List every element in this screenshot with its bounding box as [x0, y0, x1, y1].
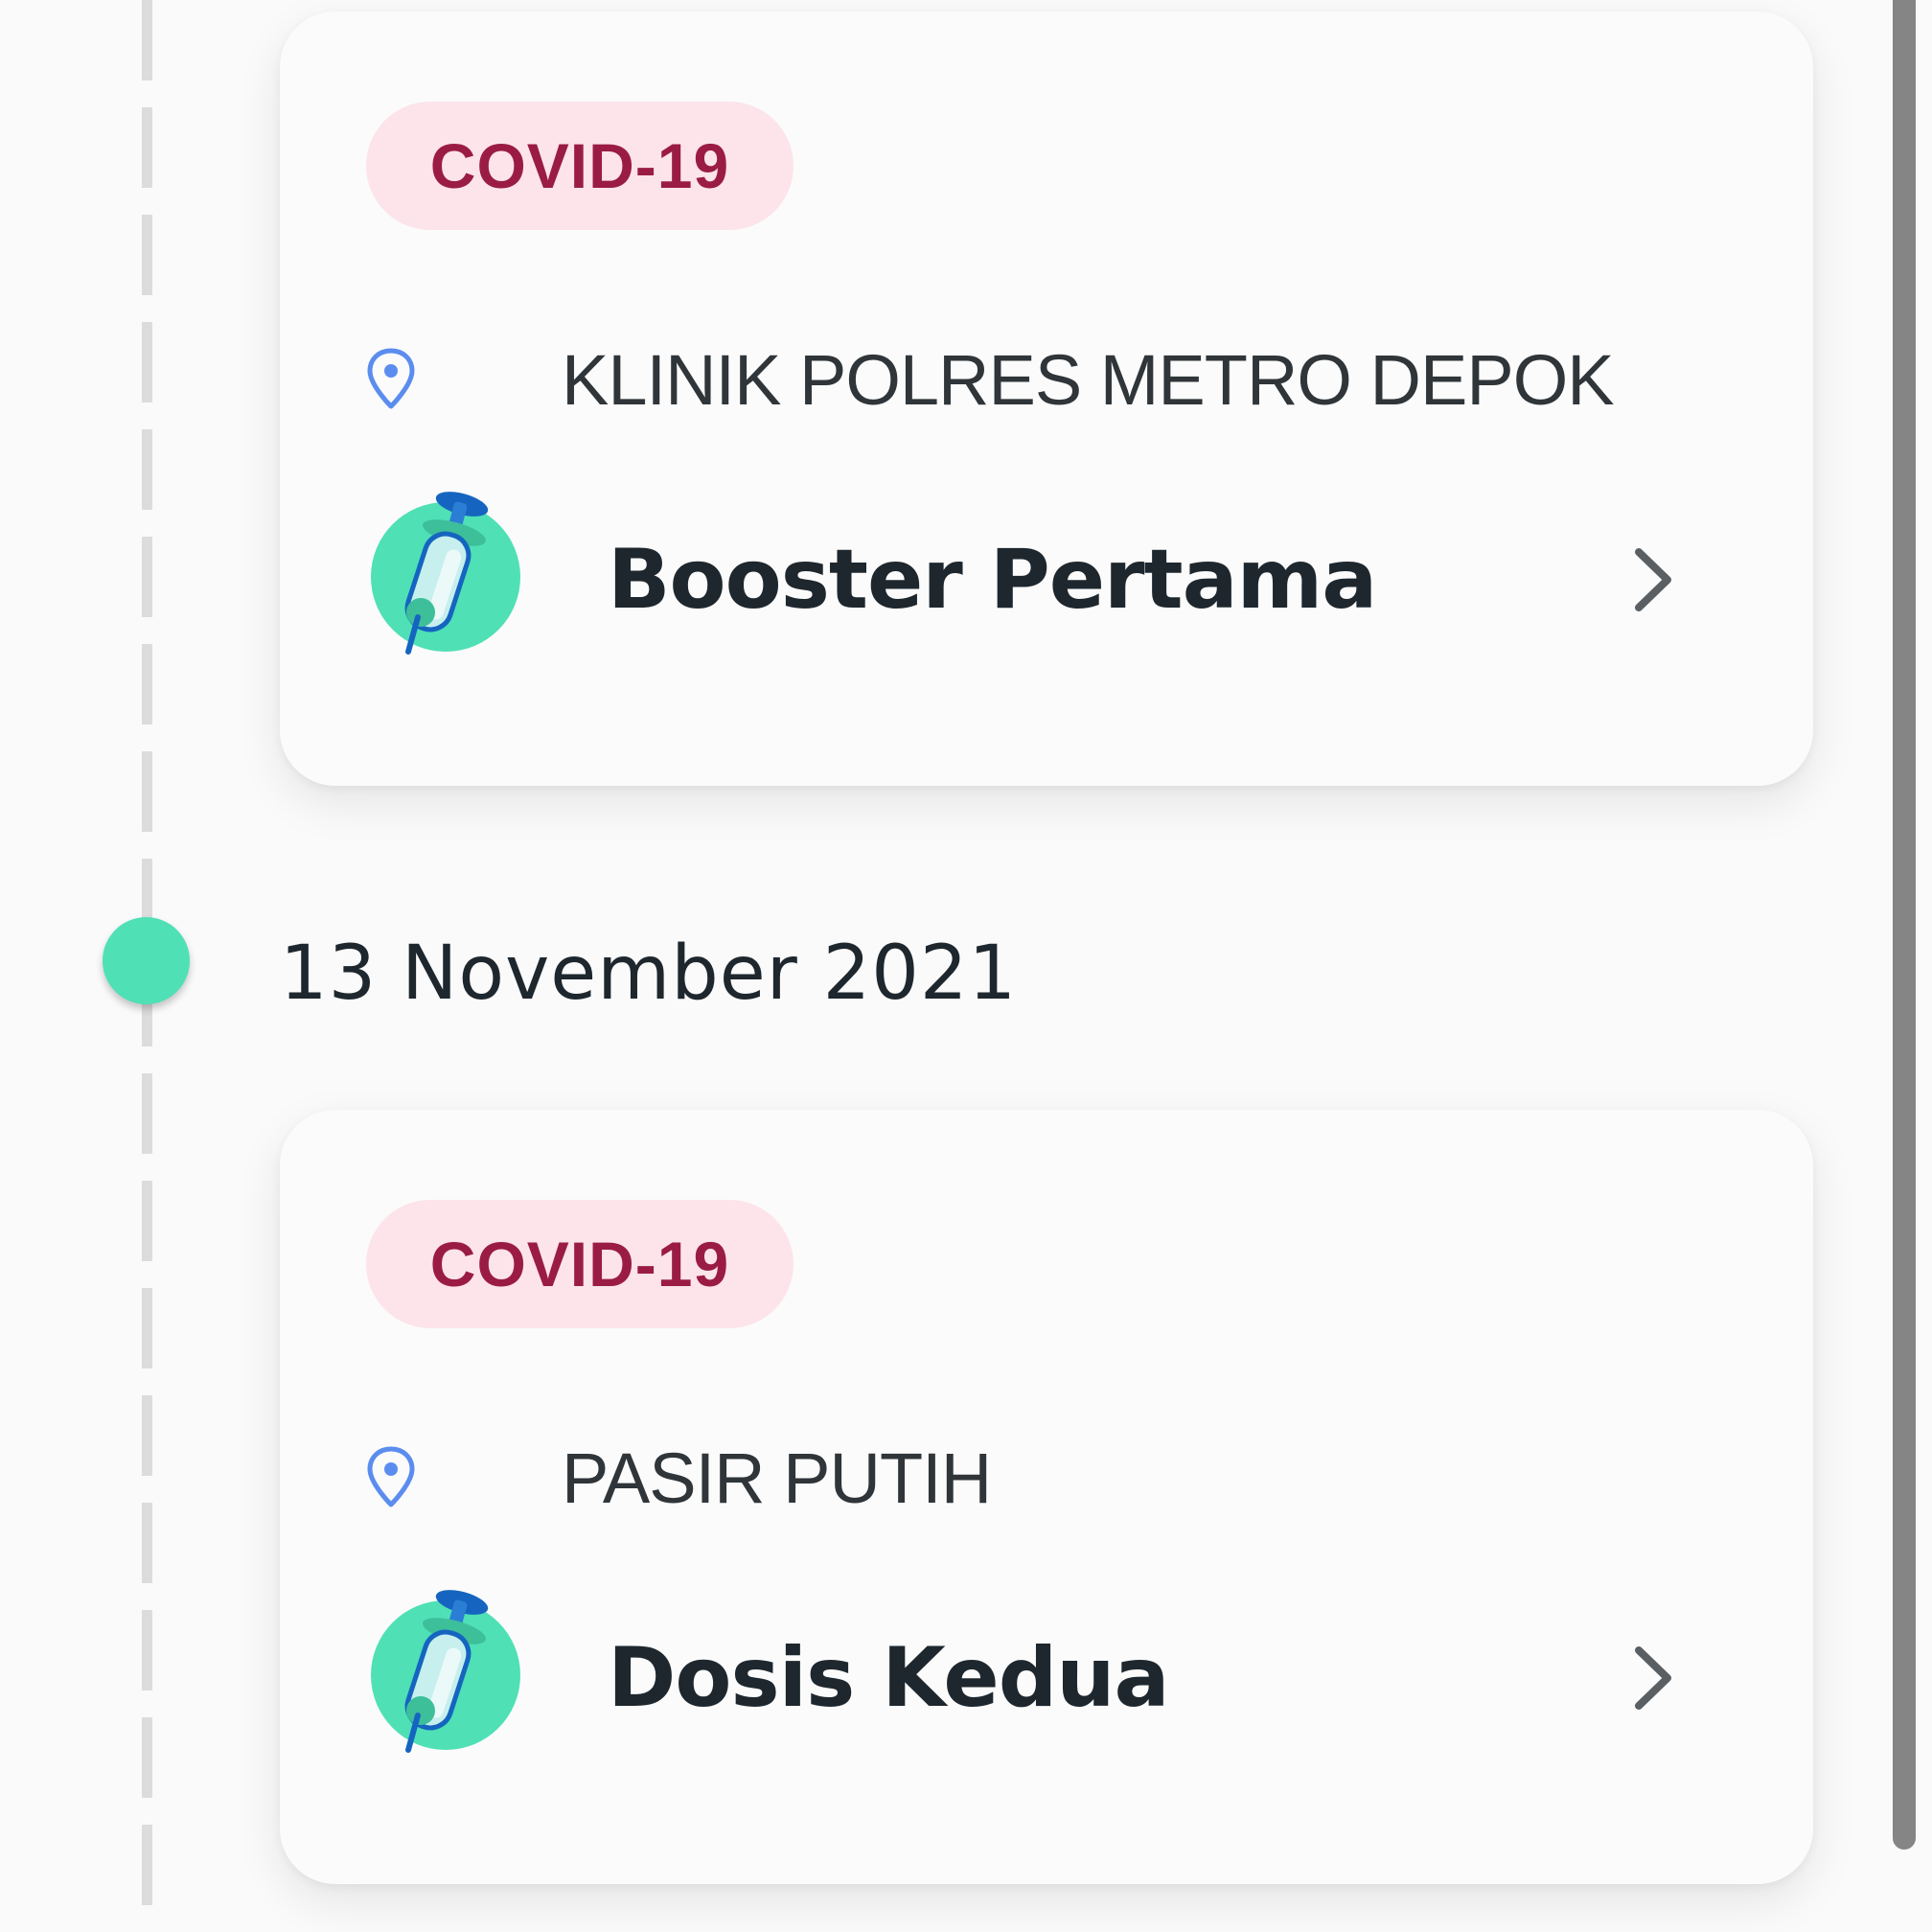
- timeline-dot: [103, 917, 190, 1004]
- location-row: KLINIK POLRES METRO DEPOK: [366, 328, 1727, 433]
- chevron-right-icon[interactable]: [1629, 544, 1677, 615]
- vaccine-syringe-icon: [371, 1590, 520, 1753]
- dose-label: Booster Pertama: [608, 532, 1377, 628]
- dose-row[interactable]: Booster Pertama: [366, 491, 1727, 663]
- timeline-date: 13 November 2021: [280, 931, 1018, 1017]
- location-row: PASIR PUTIH: [366, 1426, 1727, 1531]
- vaccination-record-card[interactable]: COVID-19 PASIR PUTIH Dosis Kedua: [280, 1110, 1813, 1884]
- category-badge: COVID-19: [366, 1200, 794, 1328]
- location-name: KLINIK POLRES METRO DEPOK: [562, 340, 1615, 420]
- vaccination-record-card[interactable]: COVID-19 KLINIK POLRES METRO DEPOK Boost…: [280, 12, 1813, 786]
- location-name: PASIR PUTIH: [562, 1438, 992, 1518]
- vaccine-syringe-icon: [371, 492, 520, 655]
- category-badge: COVID-19: [366, 102, 794, 230]
- chevron-right-icon[interactable]: [1629, 1643, 1677, 1714]
- dose-row[interactable]: Dosis Kedua: [366, 1589, 1727, 1761]
- location-pin-icon: [367, 348, 415, 409]
- dose-label: Dosis Kedua: [608, 1630, 1170, 1726]
- location-pin-icon: [367, 1446, 415, 1507]
- scrollbar[interactable]: [1893, 0, 1916, 1850]
